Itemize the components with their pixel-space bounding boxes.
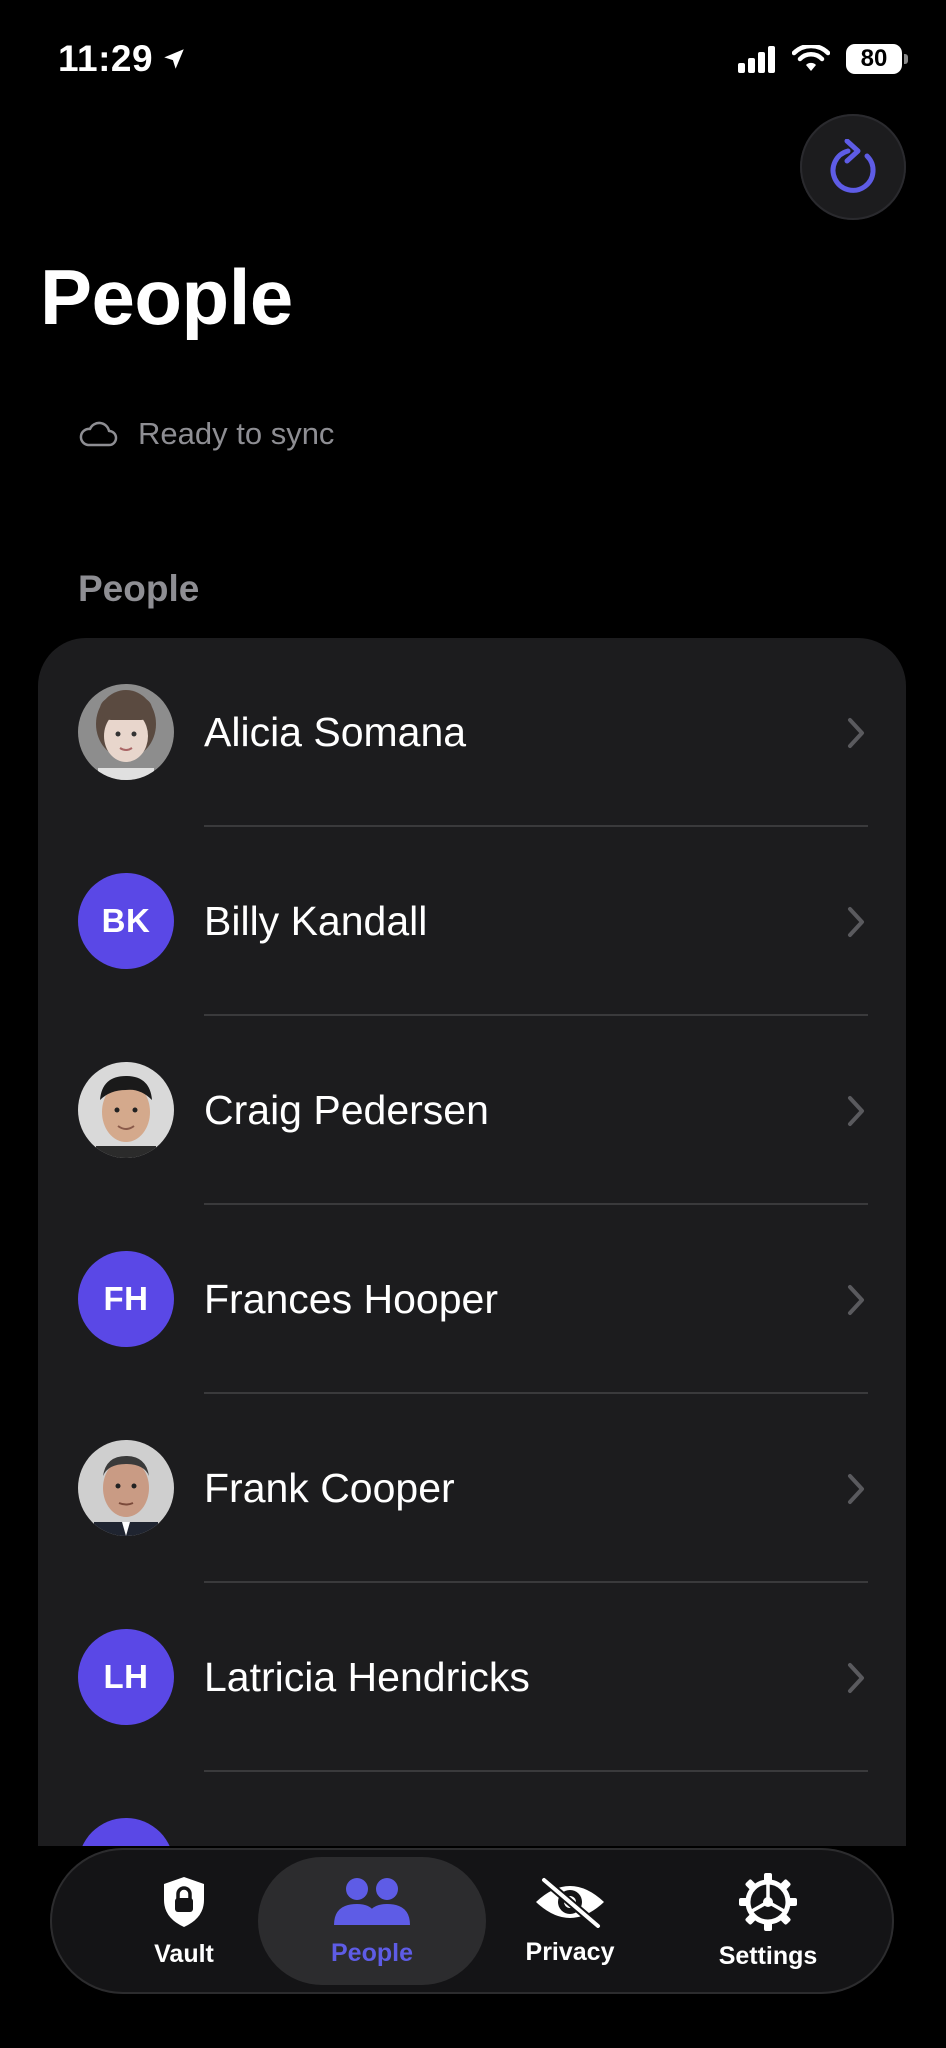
cellular-signal-icon — [738, 45, 776, 73]
chevron-right-icon — [846, 716, 866, 750]
chevron-right-icon — [846, 905, 866, 939]
status-time: 11:29 — [58, 38, 187, 80]
sync-status-text: Ready to sync — [138, 416, 335, 451]
gear-icon — [738, 1872, 798, 1932]
avatar — [78, 1440, 174, 1536]
tab-label: Settings — [718, 1941, 818, 1970]
people-list: Alicia Somana BK Billy Kandall Craig Ped… — [38, 638, 906, 1938]
people-icon — [332, 1875, 412, 1929]
avatar: FH — [78, 1251, 174, 1347]
chevron-right-icon — [846, 1283, 866, 1317]
person-row[interactable]: BK Billy Kandall — [38, 827, 906, 1016]
tab-bar-container: Vault People Privacy Settings — [0, 1846, 946, 2048]
tab-privacy[interactable]: Privacy — [456, 1857, 684, 1985]
refresh-button[interactable] — [800, 114, 906, 220]
avatar: LH — [78, 1629, 174, 1725]
tab-people[interactable]: People — [258, 1857, 486, 1985]
person-name: Frances Hooper — [204, 1276, 498, 1322]
person-row[interactable]: Alicia Somana — [38, 638, 906, 827]
tab-settings[interactable]: Settings — [654, 1857, 882, 1985]
tab-label: Vault — [154, 1939, 214, 1968]
location-arrow-icon — [161, 46, 187, 72]
person-row[interactable]: LH Latricia Hendricks — [38, 1583, 906, 1772]
cloud-icon — [78, 420, 118, 448]
person-row[interactable]: Craig Pedersen — [38, 1016, 906, 1205]
eye-slash-icon — [532, 1875, 608, 1928]
chevron-right-icon — [846, 1661, 866, 1695]
chevron-right-icon — [846, 1472, 866, 1506]
avatar — [78, 684, 174, 780]
section-header: People — [78, 568, 200, 609]
person-name: Frank Cooper — [204, 1465, 455, 1511]
shield-lock-icon — [160, 1874, 208, 1930]
person-name: Billy Kandall — [204, 898, 428, 944]
sync-status: Ready to sync — [78, 416, 334, 452]
person-row[interactable]: FH Frances Hooper — [38, 1205, 906, 1394]
tab-label: People — [331, 1938, 413, 1967]
tab-bar: Vault People Privacy Settings — [50, 1848, 894, 1994]
page-title: People — [40, 253, 293, 341]
chevron-right-icon — [846, 1094, 866, 1128]
avatar — [78, 1062, 174, 1158]
person-row[interactable]: Frank Cooper — [38, 1394, 906, 1583]
battery-indicator: 80 — [846, 44, 908, 74]
wifi-icon — [792, 45, 830, 73]
person-name: Alicia Somana — [204, 709, 467, 755]
status-indicators: 80 — [738, 44, 908, 74]
avatar: BK — [78, 873, 174, 969]
person-name: Craig Pedersen — [204, 1087, 489, 1133]
tab-label: Privacy — [525, 1937, 615, 1966]
status-bar: 11:29 80 — [0, 0, 946, 120]
person-name: Latricia Hendricks — [204, 1654, 530, 1700]
clock: 11:29 — [58, 38, 154, 79]
refresh-icon — [827, 139, 879, 195]
